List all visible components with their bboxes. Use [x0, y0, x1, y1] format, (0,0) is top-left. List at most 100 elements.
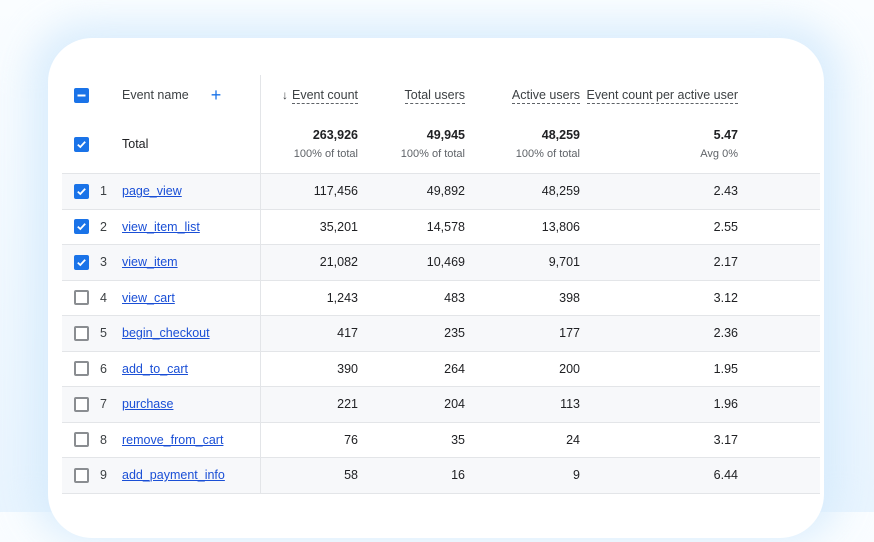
per-user-cell: 1.95 — [713, 361, 738, 376]
row-number: 8 — [100, 432, 107, 447]
indeterminate-icon — [77, 94, 85, 96]
event-name-link[interactable]: view_cart — [122, 291, 175, 305]
event-count-header-label: Event count — [291, 88, 358, 104]
row-checkbox[interactable] — [73, 396, 89, 412]
event-name-link[interactable]: page_view — [122, 184, 182, 198]
select-all-checkbox[interactable] — [73, 87, 89, 103]
event-count-cell: 221 — [337, 397, 358, 412]
active-users-cell: 13,806 — [541, 219, 580, 234]
total-users-cell: 10,469 — [426, 255, 465, 270]
total-users-cell: 16 — [451, 468, 465, 483]
total-users-cell: 204 — [444, 397, 465, 412]
active-users-cell: 48,259 — [541, 184, 580, 199]
row-checkbox[interactable] — [73, 432, 89, 448]
active-users-cell: 9,701 — [548, 255, 580, 270]
total-event-count: 263,926 100% of total — [293, 128, 358, 160]
per-user-cell: 2.55 — [713, 219, 738, 234]
row-checkbox[interactable] — [73, 290, 89, 306]
active-users-cell: 24 — [566, 432, 580, 447]
table-header: Event name + ↓ Event count Total users Ac… — [62, 75, 820, 115]
per-user-cell: 3.17 — [713, 432, 738, 447]
event-count-cell: 58 — [344, 468, 358, 483]
row-checkbox[interactable] — [73, 467, 89, 483]
total-users-cell: 264 — [444, 361, 465, 376]
row-number: 9 — [100, 468, 107, 483]
table-row: 6 add_to_cart 390 264 200 1.95 — [62, 351, 820, 387]
per-user-header-label: Event count per active user — [586, 88, 738, 104]
add-dimension-icon[interactable]: + — [211, 86, 222, 104]
row-number: 7 — [100, 397, 107, 412]
total-label: Total — [122, 137, 149, 151]
active-users-header-label: Active users — [511, 88, 580, 104]
table-row: 4 view_cart 1,243 483 398 3.12 — [62, 280, 820, 316]
total-total-users: 49,945 100% of total — [400, 128, 465, 160]
per-user-cell: 6.44 — [713, 468, 738, 483]
row-number: 3 — [100, 255, 107, 270]
event-name-header-label: Event name — [122, 88, 189, 102]
per-user-cell: 2.17 — [713, 255, 738, 270]
total-per-user: 5.47 Avg 0% — [700, 128, 738, 160]
total-users-header[interactable]: Total users — [358, 88, 465, 104]
per-user-cell: 2.36 — [713, 326, 738, 341]
row-checkbox[interactable] — [73, 361, 89, 377]
active-users-cell: 177 — [559, 326, 580, 341]
row-number: 5 — [100, 326, 107, 341]
row-number: 2 — [100, 219, 107, 234]
total-checkbox[interactable] — [73, 136, 89, 152]
sort-desc-icon: ↓ — [281, 88, 288, 102]
event-count-cell: 76 — [344, 432, 358, 447]
total-users-cell: 235 — [444, 326, 465, 341]
row-number: 1 — [100, 184, 107, 199]
total-users-cell: 49,892 — [426, 184, 465, 199]
row-checkbox[interactable] — [73, 219, 89, 235]
select-all-cell — [62, 75, 100, 115]
event-count-cell: 390 — [337, 361, 358, 376]
event-name-link[interactable]: view_item_list — [122, 220, 200, 234]
total-active-users: 48,259 100% of total — [515, 128, 580, 160]
event-count-cell: 117,456 — [313, 184, 358, 199]
active-users-cell: 113 — [560, 397, 580, 412]
table-row: 9 add_payment_info 58 16 9 6.44 — [62, 458, 820, 494]
table-row: 5 begin_checkout 417 235 177 2.36 — [62, 316, 820, 352]
event-count-cell: 417 — [337, 326, 358, 341]
table-row: 1 page_view 117,456 49,892 48,259 2.43 — [62, 174, 820, 210]
total-row: Total 263,926 100% of total 49,945 100% … — [62, 115, 820, 174]
row-number: 4 — [100, 290, 107, 305]
check-icon — [76, 187, 86, 196]
event-count-cell: 35,201 — [319, 219, 358, 234]
event-name-link[interactable]: add_to_cart — [122, 362, 188, 376]
event-count-cell: 1,243 — [326, 290, 358, 305]
active-users-cell: 9 — [573, 468, 580, 483]
total-users-header-label: Total users — [404, 88, 465, 104]
event-count-header[interactable]: ↓ Event count — [261, 88, 358, 104]
event-name-header: Event name + — [122, 75, 260, 115]
per-user-header[interactable]: Event count per active user — [580, 88, 778, 104]
event-name-link[interactable]: remove_from_cart — [122, 433, 223, 447]
per-user-cell: 2.43 — [713, 184, 738, 199]
row-checkbox[interactable] — [73, 254, 89, 270]
row-checkbox[interactable] — [73, 325, 89, 341]
total-users-cell: 14,578 — [426, 219, 465, 234]
event-count-cell: 21,082 — [319, 255, 358, 270]
per-user-cell: 1.96 — [713, 397, 738, 412]
table-row: 2 view_item_list 35,201 14,578 13,806 2.… — [62, 209, 820, 245]
check-icon — [76, 140, 86, 148]
active-users-cell: 200 — [559, 361, 580, 376]
active-users-cell: 398 — [559, 290, 580, 305]
check-icon — [76, 223, 86, 231]
active-users-header[interactable]: Active users — [465, 88, 580, 104]
check-icon — [76, 258, 86, 267]
event-name-link[interactable]: add_payment_info — [122, 468, 225, 482]
event-name-link[interactable]: view_item — [122, 255, 178, 269]
row-checkbox[interactable] — [73, 183, 89, 199]
events-table: Event name + ↓ Event count Total users Ac… — [62, 75, 820, 494]
table-row: 3 view_item 21,082 10,469 9,701 2.17 — [62, 245, 820, 281]
event-name-link[interactable]: begin_checkout — [122, 326, 210, 340]
per-user-cell: 3.12 — [713, 290, 738, 305]
table-row: 8 remove_from_cart 76 35 24 3.17 — [62, 422, 820, 458]
total-users-cell: 35 — [451, 432, 465, 447]
table-row: 7 purchase 221 204 113 1.96 — [62, 387, 820, 423]
total-users-cell: 483 — [444, 290, 465, 305]
event-name-link[interactable]: purchase — [122, 397, 173, 411]
row-number: 6 — [100, 361, 107, 376]
